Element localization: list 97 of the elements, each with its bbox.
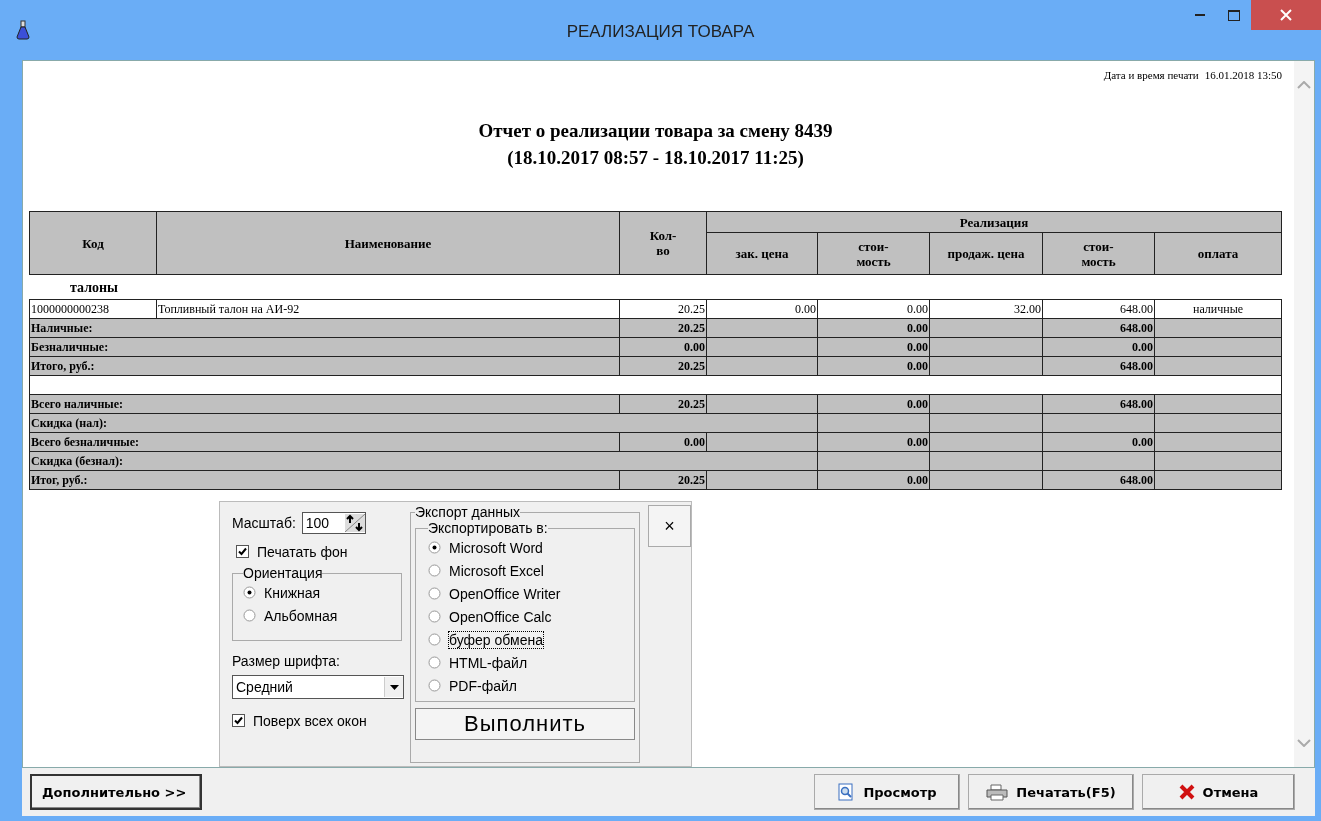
- table-cell: 0.00: [706, 299, 818, 319]
- radio-button[interactable]: [428, 679, 441, 692]
- column-header: стои-мость: [817, 232, 930, 275]
- column-header: продаж. цена: [929, 232, 1043, 275]
- radio-button[interactable]: [428, 633, 441, 646]
- column-header: Код: [29, 211, 157, 275]
- table-cell: 20.25: [619, 318, 707, 338]
- report-period: (18.10.2017 08:57 - 18.10.2017 11:25): [507, 146, 804, 170]
- column-group-header: Реализация: [706, 211, 1282, 233]
- radio-button[interactable]: [428, 587, 441, 600]
- radio-option[interactable]: Альбомная: [243, 604, 391, 627]
- table-cell: 32.00: [929, 299, 1043, 319]
- table-cell: 0.00: [817, 394, 930, 414]
- radio-option[interactable]: OpenOffice Writer: [428, 582, 623, 605]
- radio-button[interactable]: [243, 609, 256, 622]
- maximize-icon: [1228, 9, 1240, 21]
- x-mark-icon: [1178, 784, 1195, 800]
- table-cell: 0.00: [619, 337, 707, 357]
- radio-option[interactable]: Microsoft Excel: [428, 559, 623, 582]
- table-cell: 0.00: [817, 299, 930, 319]
- cancel-button[interactable]: Отмена: [1142, 774, 1295, 810]
- table-cell: наличные: [1154, 299, 1282, 319]
- table-cell: 20.25: [619, 470, 707, 490]
- table-cell: Всего наличные:: [29, 394, 620, 414]
- radio-option[interactable]: буфер обмена: [428, 628, 623, 651]
- checkbox[interactable]: [236, 545, 249, 558]
- table-cell: Итог, руб.:: [29, 470, 620, 490]
- preview-button[interactable]: Просмотр: [814, 774, 960, 810]
- print-button[interactable]: Печатать(F5): [968, 774, 1134, 810]
- radio-option[interactable]: PDF-файл: [428, 674, 623, 697]
- table-cell: Скидка (нал):: [29, 413, 818, 433]
- print-date: 16.01.2018 13:50: [1204, 69, 1283, 81]
- table-cell: 648.00: [1042, 299, 1155, 319]
- close-icon: [1280, 9, 1292, 21]
- table-cell: Всего безналичные:: [29, 432, 620, 452]
- scale-label: Масштаб:: [232, 515, 296, 531]
- table-cell: 0.00: [1042, 337, 1155, 357]
- radio-button[interactable]: [428, 610, 441, 623]
- report-title: Отчет о реализации товара за смену 8439: [478, 119, 833, 143]
- radio-button[interactable]: [428, 564, 441, 577]
- table-cell: Скидка (безнал):: [29, 451, 818, 471]
- table-cell: 648.00: [1042, 318, 1155, 338]
- column-header: Наименование: [156, 211, 620, 275]
- table-cell: 0.00: [1042, 432, 1155, 452]
- table-cell: 20.25: [619, 394, 707, 414]
- table-cell: 648.00: [1042, 356, 1155, 376]
- font-size-label: Размер шрифта:: [232, 653, 341, 669]
- radio-button[interactable]: [428, 541, 441, 554]
- column-header: зак. цена: [706, 232, 818, 275]
- more-button[interactable]: Дополнительно >>: [30, 774, 202, 810]
- printer-icon: [986, 783, 1009, 801]
- close-button[interactable]: ×: [648, 505, 691, 547]
- spin-icon[interactable]: [344, 514, 365, 532]
- scroll-up-icon[interactable]: [1297, 81, 1311, 89]
- table-cell: 0.00: [619, 432, 707, 452]
- radio-button[interactable]: [243, 586, 256, 599]
- scrollbar[interactable]: [1294, 61, 1314, 767]
- minimize-icon: [1195, 14, 1205, 16]
- checkbox[interactable]: [232, 714, 245, 727]
- table-cell: 0.00: [817, 318, 930, 338]
- table-cell: 648.00: [1042, 394, 1155, 414]
- checkbox-option[interactable]: Поверх всех окон: [232, 709, 402, 732]
- magnifier-document-icon: [837, 783, 856, 801]
- scroll-down-icon[interactable]: [1297, 739, 1311, 747]
- column-header: Кол-во: [619, 211, 707, 275]
- column-header: оплата: [1154, 232, 1282, 275]
- table-cell: 0.00: [817, 337, 930, 357]
- radio-button[interactable]: [428, 656, 441, 669]
- table-cell: 0.00: [817, 432, 930, 452]
- close-button[interactable]: [1251, 0, 1321, 30]
- window-title: РЕАЛИЗАЦИЯ ТОВАРА: [566, 22, 755, 42]
- table-cell: 20.25: [619, 299, 707, 319]
- radio-option[interactable]: HTML-файл: [428, 651, 623, 674]
- font-size-dropdown[interactable]: Средний: [232, 675, 404, 699]
- checkbox-option[interactable]: Печатать фон: [236, 540, 402, 563]
- flask-icon: [16, 20, 30, 40]
- group-label: Экспорт данных: [415, 504, 520, 520]
- table-cell: 20.25: [619, 356, 707, 376]
- radio-option[interactable]: Книжная: [243, 581, 391, 604]
- table-cell: Безналичные:: [29, 337, 620, 357]
- radio-option[interactable]: OpenOffice Calc: [428, 605, 623, 628]
- group-label: талоны: [69, 279, 119, 295]
- print-date-label: Дата и время печати: [1103, 69, 1199, 81]
- table-cell: 0.00: [817, 356, 930, 376]
- table-cell: Наличные:: [29, 318, 620, 338]
- run-button[interactable]: Выполнить: [415, 708, 636, 740]
- table-cell: 0.00: [817, 470, 930, 490]
- table-cell: Топливный талон на АИ-92: [156, 299, 620, 319]
- table-cell: Итого, руб.:: [29, 356, 620, 376]
- table-cell: 648.00: [1042, 470, 1155, 490]
- table-cell: 1000000000238: [29, 299, 157, 319]
- group-label: Ориентация: [243, 565, 323, 581]
- radio-option[interactable]: Microsoft Word: [428, 536, 623, 559]
- scale-field[interactable]: 100: [301, 512, 366, 534]
- caret-icon[interactable]: [389, 684, 399, 690]
- group-label: Экспортировать в:: [428, 520, 548, 536]
- column-header: стои-мость: [1042, 232, 1155, 275]
